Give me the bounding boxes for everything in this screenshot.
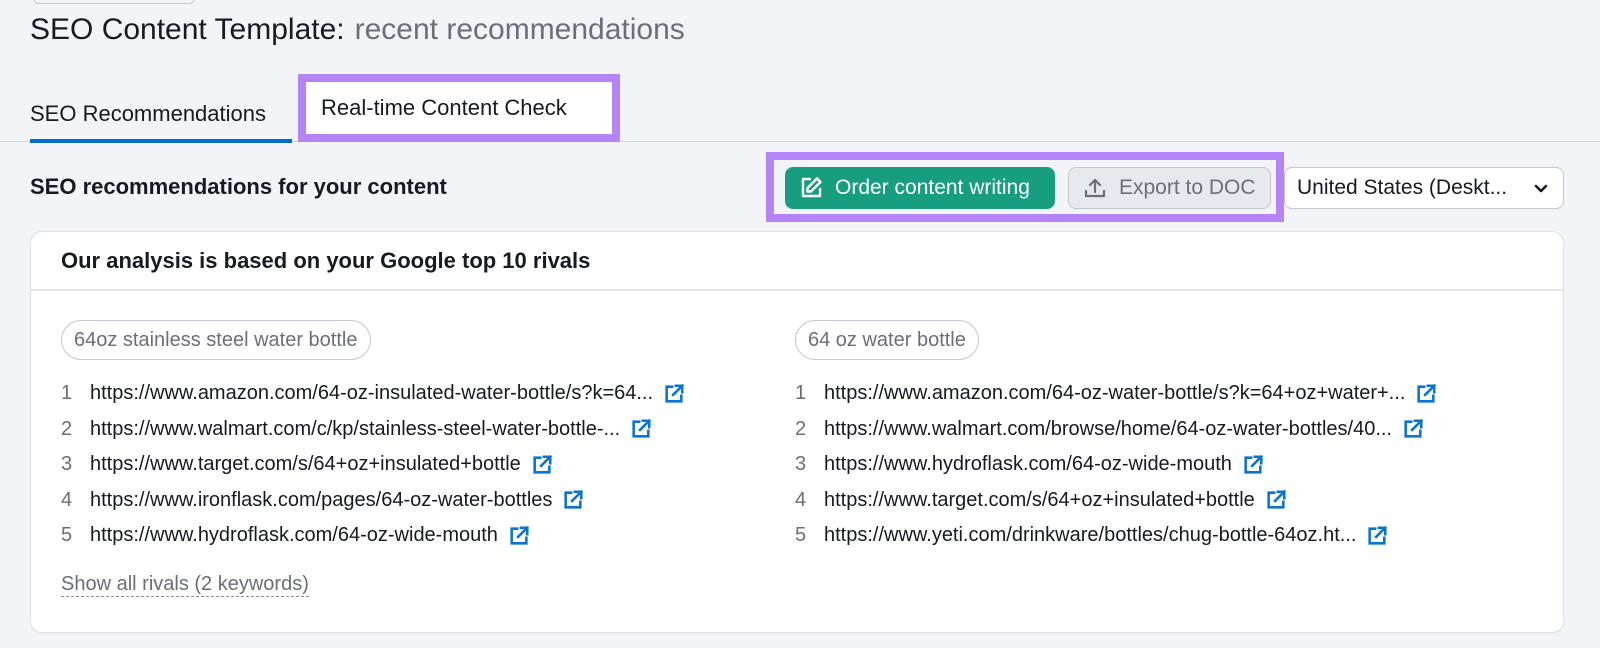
rival-url-row: 1 https://www.amazon.com/64-oz-water-bot… [795, 376, 1495, 412]
rival-url-list: 1 https://www.amazon.com/64-oz-water-bot… [795, 376, 1495, 556]
rival-url: https://www.amazon.com/64-oz-insulated-w… [90, 382, 654, 405]
page-title-main: SEO Content Template: [30, 13, 345, 46]
rival-url: https://www.target.com/s/64+oz+insulated… [90, 453, 521, 476]
external-link-icon[interactable] [630, 418, 652, 440]
rank-number: 3 [795, 453, 807, 476]
top-back-button[interactable] [33, 0, 195, 4]
rank-number: 2 [61, 417, 73, 440]
rank-number: 1 [795, 382, 807, 405]
keyword-chip: 64oz stainless steel water bottle [61, 320, 371, 360]
select-value: United States (Deskt... [1297, 176, 1508, 199]
rival-url-row-clipped [795, 554, 1495, 557]
upload-icon [1084, 178, 1106, 198]
export-to-doc-button[interactable]: Export to DOC [1068, 167, 1271, 209]
page-title-subtitle: recent recommendations [354, 13, 685, 46]
edit-icon [801, 177, 822, 198]
external-link-icon[interactable] [1265, 489, 1287, 511]
keyword-column: 64 oz water bottle 1 https://www.amazon.… [795, 320, 1495, 556]
rival-url-row: 1 https://www.amazon.com/64-oz-insulated… [61, 376, 761, 412]
tab-seo-recommendations[interactable]: SEO Recommendations [30, 70, 292, 143]
rival-url-row: 4 https://www.ironflask.com/pages/64-oz-… [61, 483, 761, 519]
external-link-icon[interactable] [1415, 383, 1437, 405]
button-label: Export to DOC [1119, 176, 1256, 199]
external-link-icon[interactable] [1366, 525, 1388, 547]
rival-url-row: 5 https://www.yeti.com/drinkware/bottles… [795, 518, 1495, 554]
button-label: Order content writing [835, 176, 1030, 199]
rivals-card: Our analysis is based on your Google top… [30, 231, 1564, 633]
show-all-rivals-link[interactable]: Show all rivals (2 keywords) [61, 572, 309, 597]
rival-url: https://www.amazon.com/64-oz-water-bottl… [824, 382, 1406, 405]
rank-number: 3 [61, 453, 73, 476]
tab-label: Real-time Content Check [321, 95, 567, 120]
keyword-chip: 64 oz water bottle [795, 320, 979, 360]
tab-bar: SEO Recommendations Real-time Content Ch… [0, 70, 1600, 143]
rival-url: https://www.hydroflask.com/64-oz-wide-mo… [824, 453, 1232, 476]
rival-url-row: 4 https://www.target.com/s/64+oz+insulat… [795, 483, 1495, 519]
external-link-icon[interactable] [1402, 418, 1424, 440]
rival-url: https://www.walmart.com/c/kp/stainless-s… [90, 417, 621, 440]
rank-number: 4 [61, 488, 73, 511]
external-link-icon[interactable] [663, 383, 685, 405]
rival-url: https://www.yeti.com/drinkware/bottles/c… [824, 524, 1357, 547]
rank-number: 5 [795, 524, 807, 547]
rival-url: https://www.target.com/s/64+oz+insulated… [824, 488, 1255, 511]
chevron-down-icon [1534, 184, 1548, 193]
rival-url-row-clipped [61, 554, 761, 557]
rival-url-row: 2 https://www.walmart.com/browse/home/64… [795, 412, 1495, 448]
card-title: Our analysis is based on your Google top… [31, 232, 1563, 291]
tab-real-time-content-check[interactable]: Real-time Content Check [298, 74, 620, 142]
rank-number: 2 [795, 417, 807, 440]
external-link-icon[interactable] [508, 525, 530, 547]
rival-url-list: 1 https://www.amazon.com/64-oz-insulated… [61, 376, 761, 556]
rank-number: 5 [61, 524, 73, 547]
rival-url-row: 3 https://www.hydroflask.com/64-oz-wide-… [795, 447, 1495, 483]
rival-url-row: 2 https://www.walmart.com/c/kp/stainless… [61, 412, 761, 448]
rank-number: 1 [61, 382, 73, 405]
external-link-icon[interactable] [562, 489, 584, 511]
rival-url: https://www.ironflask.com/pages/64-oz-wa… [90, 488, 553, 511]
external-link-icon[interactable] [531, 454, 553, 476]
external-link-icon[interactable] [1242, 454, 1264, 476]
rival-url-row: 5 https://www.hydroflask.com/64-oz-wide-… [61, 518, 761, 554]
rival-url: https://www.hydroflask.com/64-oz-wide-mo… [90, 524, 498, 547]
keyword-column: 64oz stainless steel water bottle 1 http… [61, 320, 761, 556]
active-tab-indicator [30, 139, 292, 143]
rival-url: https://www.walmart.com/browse/home/64-o… [824, 417, 1392, 440]
rival-url-row: 3 https://www.target.com/s/64+oz+insulat… [61, 447, 761, 483]
order-content-writing-button[interactable]: Order content writing [785, 167, 1055, 209]
section-title: SEO recommendations for your content [30, 174, 447, 199]
tab-label: SEO Recommendations [30, 101, 266, 126]
rank-number: 4 [795, 488, 807, 511]
location-device-select[interactable]: United States (Deskt... [1284, 167, 1564, 209]
page-title: SEO Content Template: recent recommendati… [30, 12, 685, 48]
